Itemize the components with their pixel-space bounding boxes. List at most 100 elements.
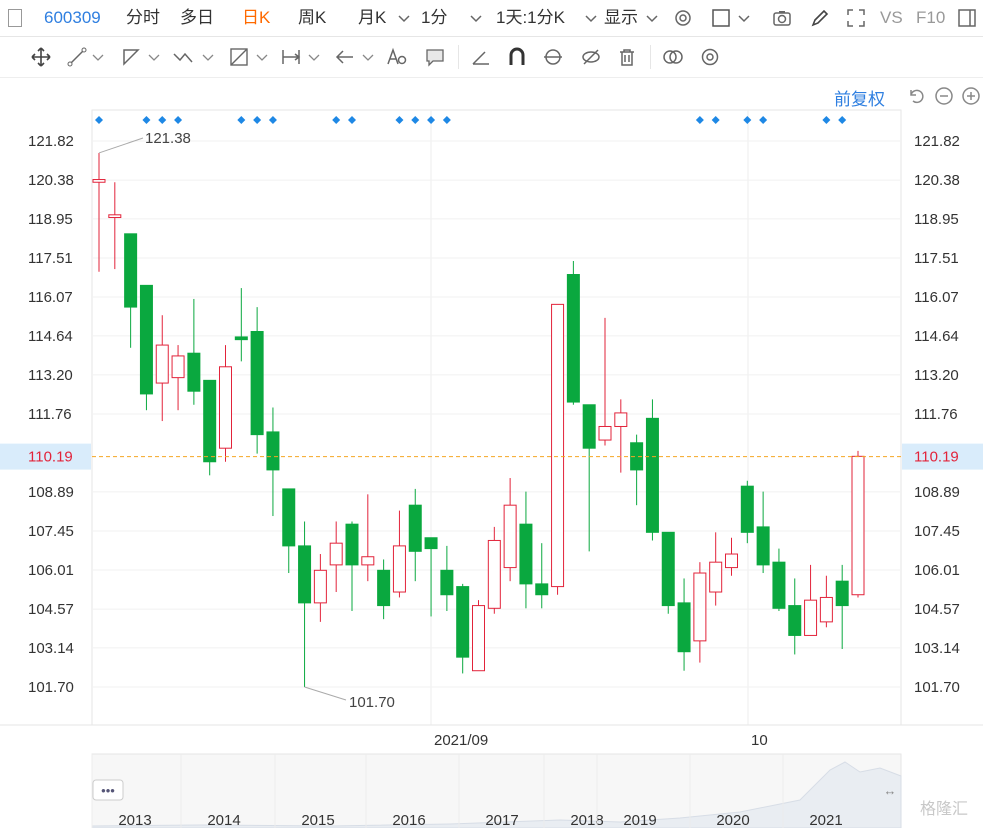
candle-body — [124, 233, 138, 308]
range-tool-icon[interactable] — [280, 46, 302, 68]
y-tick-label: 106.01 — [914, 562, 960, 579]
chevron-down-icon[interactable] — [92, 51, 104, 63]
candle-body — [566, 274, 580, 403]
chevron-down-icon[interactable] — [470, 12, 482, 24]
y-tick-label: 118.95 — [914, 211, 959, 228]
stock-symbol[interactable]: 600309 — [44, 0, 101, 36]
price-adjust-label[interactable]: 前复权 — [834, 85, 885, 110]
candle[interactable] — [566, 260, 580, 405]
sync-icon[interactable] — [542, 46, 564, 68]
time-navigator[interactable]: 2013 2014 2015 2016 2017 2018 2019 2020 2021 ••• ↔… — [0, 753, 983, 828]
chevron-down-icon[interactable] — [646, 12, 658, 24]
navigator-year-label: 2020 — [716, 812, 749, 828]
candle[interactable] — [203, 379, 217, 476]
x-tick-label: 10 — [751, 732, 768, 749]
f10-button[interactable]: F10 — [916, 0, 945, 36]
candle[interactable] — [472, 600, 485, 672]
candle-body — [456, 586, 470, 658]
undo-icon[interactable] — [906, 86, 926, 106]
candle[interactable] — [551, 303, 565, 595]
settings-gear-icon[interactable] — [673, 8, 693, 28]
candle[interactable] — [139, 284, 153, 411]
tab-weekly-k[interactable]: 周K — [298, 0, 326, 36]
display-menu[interactable]: 显示 — [604, 0, 638, 36]
y-tick-label: 116.07 — [28, 289, 73, 306]
camera-icon[interactable] — [772, 8, 792, 28]
candle-body — [709, 561, 723, 593]
navigator-resize-icon[interactable]: ↔ — [884, 783, 897, 798]
compare-icon[interactable] — [662, 46, 684, 68]
expand-icon[interactable] — [846, 8, 866, 28]
y-tick-label: 104.57 — [28, 601, 74, 618]
candle-body — [377, 569, 391, 607]
navigator-year-label: 2021 — [809, 812, 842, 828]
pencil-icon[interactable] — [810, 8, 830, 28]
candle-body — [693, 572, 707, 642]
y-axis-right: 121.82 120.38 118.95 117.51 116.07 114.64 113.… — [914, 133, 960, 696]
candle-body — [298, 545, 312, 604]
candle-body — [772, 561, 786, 609]
fullscreen-box-icon[interactable] — [711, 8, 731, 28]
candlestick-chart[interactable]: 121.82 120.38 118.95 117.51 116.07 114.64 113.… — [0, 108, 983, 753]
zoom-out-icon[interactable] — [934, 86, 954, 106]
chevron-down-icon[interactable] — [585, 12, 597, 24]
y-tick-label: 113.20 — [28, 367, 73, 384]
text-tool-icon[interactable] — [386, 46, 408, 68]
candle[interactable] — [851, 450, 865, 598]
x-axis: 2021/09 10 — [434, 732, 768, 749]
zoom-in-icon[interactable] — [961, 86, 981, 106]
chevron-down-icon[interactable] — [202, 51, 214, 63]
chevron-down-icon[interactable] — [738, 12, 750, 24]
y-tick-label: 114.64 — [914, 328, 959, 345]
chevron-down-icon[interactable] — [362, 51, 374, 63]
arrow-tool-icon[interactable] — [334, 46, 356, 68]
wave-tool-icon[interactable] — [172, 46, 194, 68]
candle[interactable] — [645, 399, 659, 541]
candle-body — [266, 431, 280, 471]
top-toolbar: 600309 分时 多日 日K 周K 月K 1分 1天:1分K 显示 VS F1… — [0, 0, 983, 37]
vs-button[interactable]: VS — [880, 0, 903, 36]
candle-body — [487, 539, 501, 609]
fib-tool-icon[interactable] — [228, 46, 250, 68]
candle-body — [155, 344, 169, 384]
trash-icon[interactable] — [616, 46, 638, 68]
tab-1min[interactable]: 1分 — [421, 0, 447, 36]
hide-eye-icon[interactable] — [580, 46, 602, 68]
chevron-down-icon[interactable] — [308, 51, 320, 63]
candle-body — [219, 366, 232, 449]
line-tool-icon[interactable] — [66, 46, 88, 68]
channel-tool-icon[interactable] — [120, 46, 142, 68]
tab-multiday[interactable]: 多日 — [180, 0, 214, 36]
candle-body — [203, 379, 217, 463]
period-mode[interactable]: 1天:1分K — [496, 0, 565, 36]
candle-body — [519, 523, 533, 585]
tab-timeshare[interactable]: 分时 — [126, 0, 160, 36]
candle-body — [614, 412, 628, 427]
y-tick-label: 106.01 — [28, 562, 74, 579]
current-price-label: 110.19 — [914, 449, 959, 466]
navigator-year-label: 2019 — [623, 812, 656, 828]
candle-body — [313, 569, 327, 604]
navigator-menu-icon[interactable]: ••• — [101, 783, 115, 798]
tab-monthly-k[interactable]: 月K — [358, 0, 386, 36]
panel-toggle-icon[interactable] — [957, 8, 977, 28]
chevron-down-icon[interactable] — [398, 12, 410, 24]
comment-icon[interactable] — [424, 46, 446, 68]
candle-body — [92, 179, 106, 183]
y-tick-label: 103.14 — [914, 640, 960, 657]
chevron-down-icon[interactable] — [256, 51, 268, 63]
navigator-year-label: 2013 — [118, 812, 151, 828]
chevron-down-icon[interactable] — [148, 51, 160, 63]
move-icon[interactable] — [30, 46, 52, 68]
candle[interactable] — [661, 531, 675, 614]
magnet-icon[interactable] — [506, 46, 528, 68]
candle-body — [677, 602, 691, 653]
candle-body — [361, 556, 375, 566]
sidebar-toggle-icon[interactable] — [8, 9, 22, 27]
indicator-settings-icon[interactable] — [699, 46, 721, 68]
angle-tool-icon[interactable] — [470, 46, 492, 68]
y-tick-label: 107.45 — [914, 523, 960, 540]
y-tick-label: 108.89 — [914, 484, 960, 501]
y-axis-left: 121.82 120.38 118.95 117.51 116.07 114.64 113.… — [28, 133, 74, 696]
tab-daily-k[interactable]: 日K — [242, 0, 270, 36]
